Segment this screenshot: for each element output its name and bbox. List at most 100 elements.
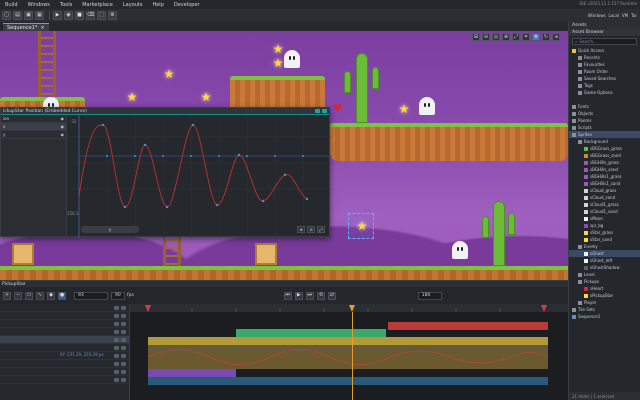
end-frame-field[interactable]: 180 xyxy=(417,291,442,300)
track-bar-red[interactable] xyxy=(388,322,548,330)
close-icon[interactable] xyxy=(322,109,327,113)
target-windows[interactable]: Windows xyxy=(588,13,606,18)
asset-tree-item[interactable]: sGhost_left xyxy=(569,257,640,264)
curve-editor[interactable]: ickupStar Position (Embedded Curve) ion … xyxy=(0,107,331,238)
rotate-tool-icon[interactable]: ↻ xyxy=(542,33,550,41)
skip-back-icon[interactable]: ⏮ xyxy=(283,291,292,300)
eye-icon[interactable] xyxy=(121,345,126,350)
curve-plot[interactable]: -32 158.1 xyxy=(67,115,331,238)
track-bar-gold[interactable] xyxy=(148,337,548,345)
asset-tree-item[interactable]: sPickupStar xyxy=(569,292,640,299)
eye-icon[interactable] xyxy=(121,337,126,342)
lock-icon[interactable] xyxy=(114,329,119,334)
timeline[interactable] xyxy=(130,304,568,400)
track-bar-purple[interactable] xyxy=(148,369,236,377)
asset-tree-item[interactable]: Recents xyxy=(569,54,640,61)
zoom-in-icon[interactable]: ⊕ xyxy=(297,226,305,233)
track-row[interactable] xyxy=(0,368,129,376)
tab-sequence1[interactable]: Sequence1* × xyxy=(3,23,49,31)
lock-icon[interactable] xyxy=(114,377,119,382)
eye-icon[interactable] xyxy=(121,329,126,334)
zoom-out-icon[interactable]: ⊖ xyxy=(482,33,490,41)
zoom-out-icon[interactable]: ⊖ xyxy=(307,226,315,233)
playhead-line[interactable] xyxy=(352,312,353,400)
asset-tree-item[interactable]: sCloud_grass xyxy=(569,187,640,194)
menu-windows[interactable]: Windows xyxy=(23,2,55,8)
scale-tool-icon[interactable]: ⇲ xyxy=(552,33,560,41)
eye-icon[interactable] xyxy=(121,377,126,382)
zoom-reset-icon[interactable]: ◎ xyxy=(492,33,500,41)
lock-icon[interactable] xyxy=(114,305,119,310)
asset-tree-item[interactable]: sStar_grass xyxy=(569,229,640,236)
curve-icon[interactable]: ∿ xyxy=(36,291,44,300)
track-row[interactable] xyxy=(0,344,129,352)
eye-icon[interactable] xyxy=(121,369,126,374)
menu-help[interactable]: Help xyxy=(147,2,168,8)
asset-search-input[interactable]: ⌕ Search... xyxy=(572,38,637,45)
target-local[interactable]: Local xyxy=(609,13,619,18)
curve-channel-y[interactable]: y ◉ xyxy=(1,131,66,139)
asset-tree-item[interactable]: sCloud_sand xyxy=(569,194,640,201)
asset-tree-item[interactable]: Room Order xyxy=(569,68,640,75)
timeline-ruler[interactable] xyxy=(130,304,568,312)
sequence-length-field[interactable]: 90 xyxy=(111,291,125,300)
menu-tools[interactable]: Tools xyxy=(55,2,77,8)
menu-marketplace[interactable]: Marketplace xyxy=(77,2,118,8)
asset-tree-item[interactable]: sBGGrass_sand xyxy=(569,152,640,159)
pickup-star-selection[interactable]: ★ xyxy=(348,213,374,239)
skip-forward-icon[interactable]: ⏭ xyxy=(305,291,314,300)
clean-icon[interactable]: ⌫ xyxy=(86,11,95,20)
asset-tree-item[interactable]: Tile Sets xyxy=(569,306,640,313)
target-vm[interactable]: VM xyxy=(622,13,628,18)
eye-icon[interactable]: ◉ xyxy=(61,132,65,137)
grid-icon[interactable]: ⊞ xyxy=(472,33,480,41)
add-track-icon[interactable]: ＋ xyxy=(3,291,11,300)
lock-icon[interactable] xyxy=(114,345,119,350)
folder-icon[interactable]: ▭ xyxy=(25,291,33,300)
track-row[interactable] xyxy=(0,320,129,328)
asset-tree-item[interactable]: Level xyxy=(569,271,640,278)
play-icon[interactable]: ▶ xyxy=(53,11,62,20)
asset-tree-item[interactable]: Game Options xyxy=(569,89,640,96)
end-marker[interactable] xyxy=(541,305,547,312)
eye-icon[interactable] xyxy=(121,313,126,318)
curve-editor-titlebar[interactable]: ickupStar Position (Embedded Curve) xyxy=(1,108,329,115)
asset-tree-item[interactable]: Player xyxy=(569,299,640,306)
new-project-icon[interactable]: ▢ xyxy=(2,11,11,20)
minimize-icon[interactable] xyxy=(315,109,320,113)
asset-tree-item[interactable]: Scripts xyxy=(569,124,640,131)
snap-icon[interactable]: ⌗ xyxy=(522,33,530,41)
asset-tree-item[interactable]: Enemy xyxy=(569,243,640,250)
lock-icon[interactable] xyxy=(114,337,119,342)
current-frame-field[interactable]: 93 xyxy=(74,291,108,300)
lock-icon[interactable] xyxy=(114,369,119,374)
save-icon[interactable]: ▣ xyxy=(24,11,33,20)
delete-track-icon[interactable]: − xyxy=(14,291,22,300)
asset-tree-item[interactable]: Quick Access xyxy=(569,47,640,54)
track-bar-blue[interactable] xyxy=(148,377,548,385)
asset-tree-item[interactable]: sBGHills1_grass xyxy=(569,173,640,180)
asset-tree-item[interactable]: sGhost xyxy=(569,250,640,257)
lock-icon[interactable] xyxy=(114,321,119,326)
asset-tree-item[interactable]: Favourites xyxy=(569,61,640,68)
menu-layouts[interactable]: Layouts xyxy=(118,2,148,8)
lock-icon[interactable] xyxy=(114,353,119,358)
close-icon[interactable]: × xyxy=(40,25,44,31)
track-row[interactable] xyxy=(0,328,129,336)
asset-tree-item[interactable]: Tags xyxy=(569,82,640,89)
eye-icon[interactable]: ◉ xyxy=(61,124,65,129)
asset-tree-item[interactable]: spr_bg xyxy=(569,222,640,229)
asset-tree-item[interactable]: Saved Searches xyxy=(569,75,640,82)
asset-tree-item[interactable]: sStar_sand xyxy=(569,236,640,243)
track-bar-green[interactable] xyxy=(236,329,386,337)
save-all-icon[interactable]: ▦ xyxy=(35,11,44,20)
asset-tree-item[interactable]: sCloud1_grass xyxy=(569,201,640,208)
track-row[interactable] xyxy=(0,376,129,384)
asset-tree-item[interactable]: sGhostShadow xyxy=(569,264,640,271)
eye-icon[interactable] xyxy=(121,321,126,326)
debug-icon[interactable]: ◉ xyxy=(64,11,73,20)
asset-tree-item[interactable]: Background xyxy=(569,138,640,145)
menu-build[interactable]: Build xyxy=(0,2,23,8)
track-row[interactable] xyxy=(0,336,129,344)
eye-icon[interactable] xyxy=(121,361,126,366)
